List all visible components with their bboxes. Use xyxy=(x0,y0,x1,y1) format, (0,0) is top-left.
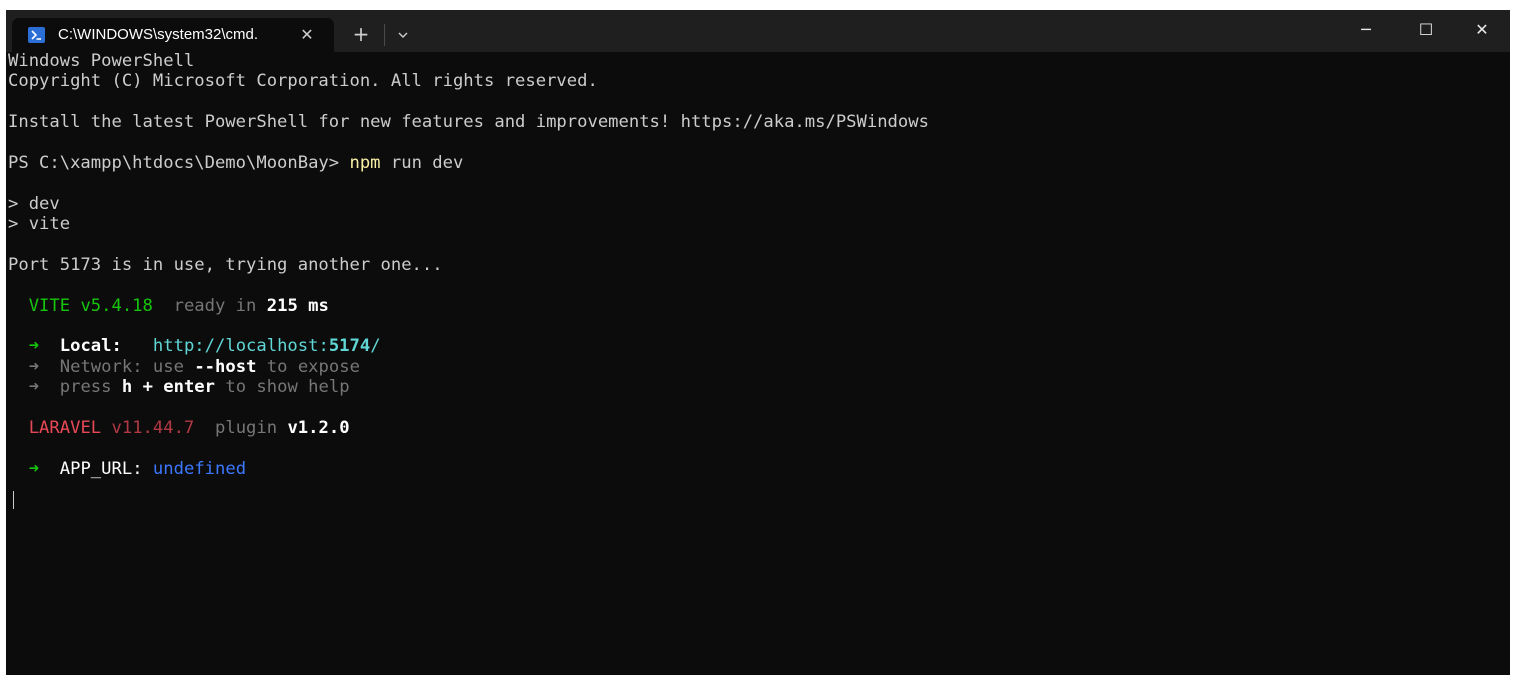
help-press: press xyxy=(59,377,112,398)
output-line: Install the latest PowerShell for new fe… xyxy=(8,112,929,133)
prompt-line: PS C:\xampp\htdocs\Demo\MoonBay> npm run… xyxy=(8,153,1488,173)
close-window-button[interactable]: ✕ xyxy=(1462,16,1502,44)
ready-label: ready in xyxy=(173,295,257,316)
arrow-icon: ➜ xyxy=(28,336,40,357)
arrow-icon: ➜ xyxy=(28,377,40,398)
local-url-slash: / xyxy=(370,336,381,357)
tab-title: C:\WINDOWS\system32\cmd. xyxy=(58,26,259,43)
local-url-port: 5174 xyxy=(328,336,371,357)
powershell-icon xyxy=(28,27,45,43)
laravel-name: LARAVEL xyxy=(28,418,102,439)
local-url-link[interactable]: http://localhost:5174/ xyxy=(153,336,381,356)
plugin-label: plugin xyxy=(215,418,278,439)
close-tab-icon[interactable]: ✕ xyxy=(296,24,318,46)
network-use: use xyxy=(152,356,184,377)
output-line: > dev xyxy=(8,193,60,214)
command-npm: npm xyxy=(349,152,381,173)
prompt-path: PS C:\xampp\htdocs\Demo\MoonBay> xyxy=(8,152,350,173)
output-line: > vite xyxy=(8,214,71,235)
laravel-version: v11.44.7 xyxy=(111,418,195,439)
network-line: ➜ Network: use --host to expose xyxy=(8,357,1488,377)
app-url-value: undefined xyxy=(152,458,247,479)
help-keys: h + enter xyxy=(121,377,216,398)
network-rest: to expose xyxy=(266,356,360,377)
tab-cmd[interactable]: C:\WINDOWS\system32\cmd. ✕ xyxy=(12,18,334,52)
laravel-line: LARAVEL v11.44.7 plugin v1.2.0 xyxy=(8,418,1488,438)
plugin-version: v1.2.0 xyxy=(287,418,350,439)
tab-divider xyxy=(384,24,385,46)
ready-time: 215 xyxy=(266,295,298,316)
output-line: Copyright (C) Microsoft Corporation. All… xyxy=(8,71,598,92)
app-url-line: ➜ APP_URL: undefined xyxy=(8,459,1488,479)
ready-unit: ms xyxy=(308,295,329,316)
minimize-button[interactable]: ─ xyxy=(1346,16,1386,44)
app-url-label: APP_URL: xyxy=(59,458,143,479)
new-tab-button[interactable]: + xyxy=(348,22,374,48)
network-label: Network: xyxy=(59,356,143,377)
local-url-text: http://localhost: xyxy=(152,336,329,357)
network-flag: --host xyxy=(194,356,257,377)
chevron-down-icon[interactable] xyxy=(390,22,416,48)
output-line: Windows PowerShell xyxy=(8,51,195,71)
arrow-icon: ➜ xyxy=(28,356,40,377)
vite-version: VITE v5.4.18 xyxy=(28,295,153,316)
vite-ready-line: VITE v5.4.18 ready in 215 ms xyxy=(8,296,1488,316)
title-bar: C:\WINDOWS\system32\cmd. ✕ + ─ ☐ ✕ xyxy=(6,10,1510,52)
help-rest: to show help xyxy=(225,377,350,398)
help-line: ➜ press h + enter to show help xyxy=(8,377,1488,397)
command-args: run dev xyxy=(380,152,464,173)
local-label: Local: xyxy=(59,336,122,357)
arrow-icon: ➜ xyxy=(28,458,40,479)
text-cursor xyxy=(13,491,14,509)
maximize-button[interactable]: ☐ xyxy=(1406,16,1446,44)
terminal-output[interactable]: Windows PowerShell Copyright (C) Microso… xyxy=(8,51,1488,479)
local-url-line: ➜ Local: http://localhost:5174/ xyxy=(8,336,1488,356)
output-line: Port 5173 is in use, trying another one.… xyxy=(8,254,443,275)
